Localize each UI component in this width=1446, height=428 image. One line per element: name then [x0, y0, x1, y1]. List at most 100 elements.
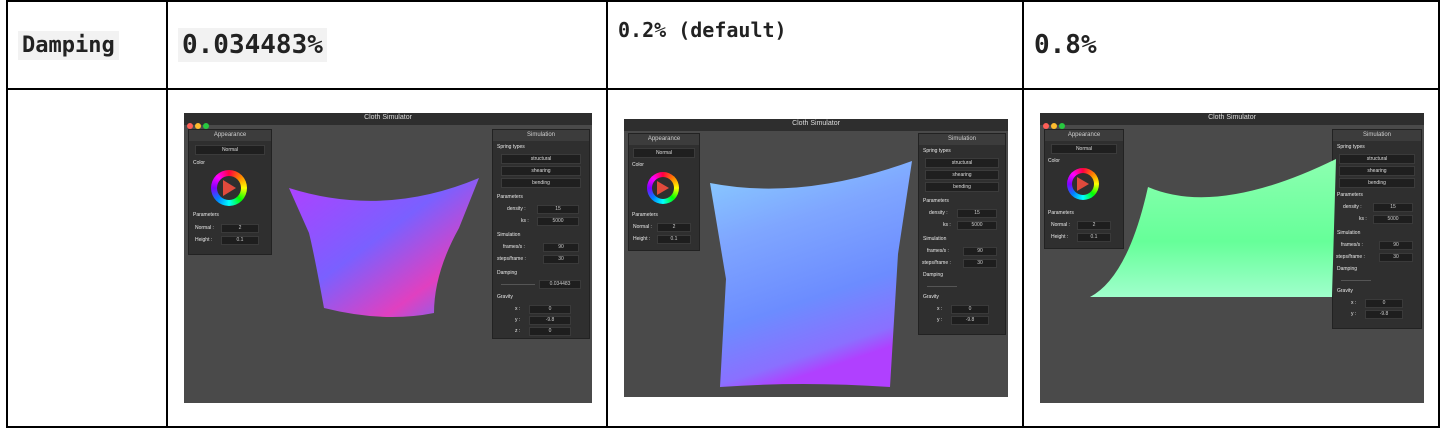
simulation-panel: Simulation Spring types structural shear… — [918, 133, 1006, 335]
gz-input[interactable]: 0 — [529, 327, 571, 336]
gravity-label: Gravity — [1337, 288, 1353, 294]
appearance-panel: Appearance Normal Color Parameters Norma… — [188, 129, 272, 255]
structural-button[interactable]: structural — [925, 158, 999, 168]
density-input[interactable]: 15 — [1373, 203, 1413, 212]
fps-input[interactable]: 90 — [1379, 241, 1413, 250]
color-triangle[interactable] — [657, 181, 669, 195]
gx-input[interactable]: 0 — [1365, 299, 1403, 308]
normal-label: Normal : — [1051, 222, 1070, 228]
ks-label: ks : — [943, 222, 951, 228]
header-row: Damping 0.034483% 0.2% (default) 0.8% — [6, 0, 1440, 90]
color-label: Color — [632, 162, 644, 168]
density-input[interactable]: 15 — [537, 205, 579, 214]
damping-section-label: Damping — [923, 272, 944, 278]
sim-window-1: Cloth Simulator Appearance Normal Color … — [184, 113, 592, 403]
sim-window-2: Cloth Simulator Appearance Normal Color … — [624, 119, 1008, 397]
gravity-label: Gravity — [497, 294, 513, 300]
ks-label: ks : — [1359, 216, 1367, 222]
gy-label: y : — [937, 317, 943, 323]
gy-label: y : — [1351, 311, 1357, 317]
gz-label: z : — [515, 328, 521, 334]
window-title: Cloth Simulator — [792, 120, 840, 127]
screenshot-cell-2: Cloth Simulator Appearance Normal Color … — [606, 88, 1024, 428]
window-title: Cloth Simulator — [364, 114, 412, 121]
gx-label: x : — [515, 306, 521, 312]
damping-section-label: Damping — [497, 270, 518, 276]
window-title: Cloth Simulator — [1208, 114, 1256, 121]
spring-types-label: Spring types — [497, 144, 525, 150]
height-input[interactable]: 0.1 — [221, 236, 259, 245]
parameters-label: Parameters — [632, 212, 658, 218]
sim-parameters-label: Parameters — [923, 198, 949, 204]
color-triangle[interactable] — [223, 180, 236, 196]
height-input[interactable]: 0.1 — [657, 235, 691, 244]
empty-cell — [6, 88, 168, 428]
steps-label: steps/frame : — [1336, 254, 1365, 260]
structural-button[interactable]: structural — [1339, 154, 1415, 164]
height-label: Height : — [1051, 234, 1069, 240]
bending-button[interactable]: bending — [925, 182, 999, 192]
cloth-mesh[interactable] — [284, 173, 484, 323]
shader-select[interactable]: Normal — [633, 148, 695, 158]
fps-label: frames/s : — [503, 244, 525, 250]
ks-input[interactable]: 5000 — [1373, 215, 1413, 224]
simulation-title: Simulation — [493, 130, 589, 141]
appearance-panel: Appearance Normal Color Parameters Norma… — [628, 133, 700, 251]
col3-value: 0.8% — [1034, 30, 1097, 60]
height-label: Height : — [195, 237, 213, 243]
damping-slider[interactable] — [927, 286, 957, 287]
ks-input[interactable]: 5000 — [957, 221, 997, 230]
steps-input[interactable]: 30 — [963, 259, 997, 268]
simulation-label: Simulation — [1337, 230, 1361, 236]
gy-label: y : — [515, 317, 521, 323]
gy-input[interactable]: -9.8 — [1365, 310, 1403, 319]
bending-button[interactable]: bending — [501, 178, 581, 188]
title-bar: Cloth Simulator — [1040, 113, 1424, 129]
damping-slider[interactable] — [1341, 280, 1371, 281]
shearing-button[interactable]: shearing — [1339, 166, 1415, 176]
steps-label: steps/frame : — [922, 260, 951, 266]
screenshot-cell-3: Cloth Simulator Appearance Normal Color … — [1022, 88, 1440, 428]
fps-input[interactable]: 90 — [963, 247, 997, 256]
appearance-title: Appearance — [189, 130, 271, 141]
fps-label: frames/s : — [927, 248, 949, 254]
bending-button[interactable]: bending — [1339, 178, 1415, 188]
gx-input[interactable]: 0 — [529, 305, 571, 314]
steps-input[interactable]: 30 — [543, 255, 579, 264]
parameters-label: Parameters — [193, 212, 219, 218]
gx-input[interactable]: 0 — [951, 305, 989, 314]
shearing-button[interactable]: shearing — [925, 170, 999, 180]
simulation-label: Simulation — [497, 232, 521, 238]
shader-select[interactable]: Normal — [195, 145, 265, 155]
shearing-button[interactable]: shearing — [501, 166, 581, 176]
cloth-mesh[interactable] — [702, 159, 914, 391]
screenshot-row: Cloth Simulator Appearance Normal Color … — [6, 88, 1440, 428]
steps-input[interactable]: 30 — [1379, 253, 1413, 262]
gy-input[interactable]: -9.8 — [529, 316, 571, 325]
col2-value: 0.2% (default) — [618, 18, 787, 42]
normal-input[interactable]: 2 — [657, 223, 691, 232]
shader-select[interactable]: Normal — [1051, 144, 1117, 154]
appearance-title: Appearance — [1045, 130, 1123, 141]
color-wheel[interactable] — [211, 170, 247, 206]
col1-value: 0.034483% — [178, 28, 327, 62]
cloth-mesh[interactable] — [1088, 157, 1338, 307]
parameters-label: Parameters — [1048, 210, 1074, 216]
color-wheel[interactable] — [647, 172, 679, 204]
density-label: density : — [507, 206, 526, 212]
gy-input[interactable]: -9.8 — [951, 316, 989, 325]
appearance-title: Appearance — [629, 134, 699, 145]
damping-slider[interactable] — [501, 284, 535, 285]
col3-header: 0.8% — [1022, 0, 1440, 90]
sim-window-3: Cloth Simulator Appearance Normal Color … — [1040, 113, 1424, 403]
title-bar: Cloth Simulator — [624, 119, 1008, 131]
damping-input[interactable]: 0.034483 — [539, 280, 581, 289]
structural-button[interactable]: structural — [501, 154, 581, 164]
height-label: Height : — [633, 236, 651, 242]
color-label: Color — [1048, 158, 1060, 164]
fps-input[interactable]: 90 — [543, 243, 579, 252]
density-input[interactable]: 15 — [957, 209, 997, 218]
normal-label: Normal : — [633, 224, 652, 230]
normal-input[interactable]: 2 — [221, 224, 259, 233]
ks-input[interactable]: 5000 — [537, 217, 579, 226]
